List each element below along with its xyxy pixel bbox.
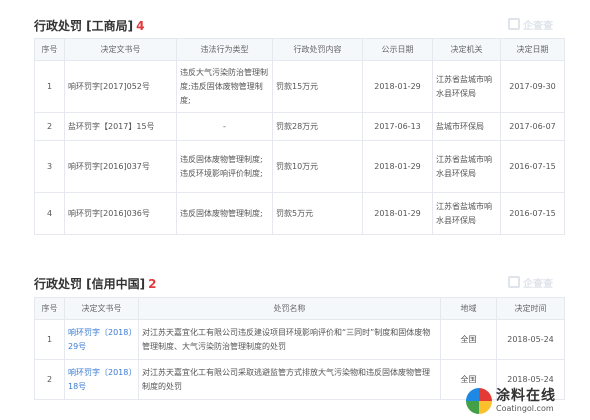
table-row: 4 响环罚字[2016]036号 违反固体废物管理制度; 罚款5万元 2018-… [34,192,565,235]
watermark-icon [508,276,520,288]
penalty-table-business: 序号 决定文书号 违法行为类型 行政处罚内容 公示日期 决定机关 决定日期 1 … [34,38,565,235]
col-doc-number: 决定文书号 [64,297,139,320]
record-count: 4 [136,19,145,33]
watermark-logo: 企查查 [508,17,568,32]
col-publish-date: 公示日期 [362,38,433,61]
table-header-row: 序号 决定文书号 处罚名称 地域 决定时间 [34,297,565,320]
col-decision-time: 决定时间 [496,297,565,320]
col-index: 序号 [34,297,65,320]
doc-number-link[interactable]: 响环罚字〔2018〕29号 [64,319,139,360]
watermark-logo: 企查查 [508,275,568,290]
coatingol-logo: 涂料在线 Coatingol.com [466,384,586,418]
col-penalty-name: 处罚名称 [138,297,441,320]
table-row: 2 盐环罚字【2017】15号 - 罚款28万元 2017-06-13 盐城市环… [34,112,565,141]
table-header-row: 序号 决定文书号 违法行为类型 行政处罚内容 公示日期 决定机关 决定日期 [34,38,565,61]
table-row: 1 响环罚字〔2018〕29号 对江苏天嘉宜化工有限公司违反建设项目环境影响评价… [34,319,565,360]
table-row: 1 响环罚字[2017]052号 违反大气污染防治管理制度;违反固体废物管理制度… [34,60,565,113]
section-title-credit-china: 行政处罚 [信用中国] 2 [34,277,157,291]
section-title-business-bureau: 行政处罚 [工商局] 4 [34,19,145,33]
record-count: 2 [148,277,157,291]
col-region: 地域 [440,297,497,320]
col-index: 序号 [34,38,65,61]
watermark-icon [508,18,520,30]
coatingol-logo-icon [466,388,492,414]
doc-number-link[interactable]: 响环罚字〔2018〕18号 [64,359,139,400]
col-decision-date: 决定日期 [500,38,565,61]
col-authority: 决定机关 [432,38,501,61]
col-doc-number: 决定文书号 [64,38,177,61]
col-penalty-content: 行政处罚内容 [272,38,363,61]
col-violation-type: 违法行为类型 [176,38,273,61]
table-row: 3 响环罚字[2016]037号 违反固体废物管理制度;违反环境影响评价制度; … [34,140,565,193]
